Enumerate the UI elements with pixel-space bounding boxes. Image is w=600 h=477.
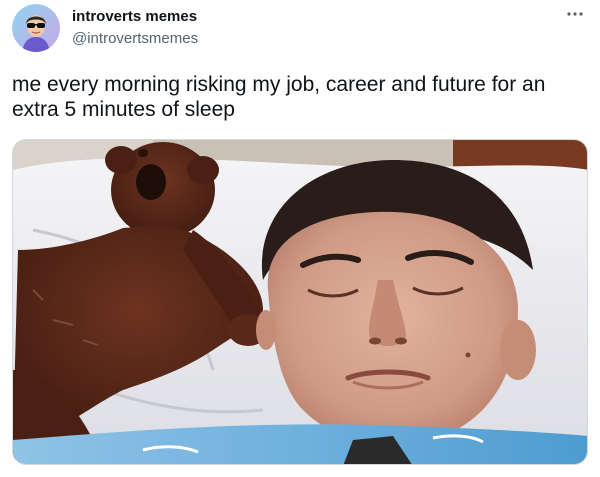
user-info: introverts memes @introvertsmemes: [72, 8, 198, 48]
tweet-card: introverts memes @introvertsmemes me eve…: [0, 0, 600, 477]
avatar[interactable]: [12, 4, 60, 52]
sleeping-man-with-teddy-bear-photo: [13, 140, 587, 464]
tweet-media-photo[interactable]: [12, 139, 588, 465]
avatar-image: [12, 4, 60, 52]
more-horizontal-icon[interactable]: [562, 4, 588, 24]
display-name[interactable]: introverts memes: [72, 8, 198, 26]
user-handle[interactable]: @introvertsmemes: [72, 30, 198, 48]
tweet-text: me every morning risking my job, career …: [12, 73, 546, 121]
